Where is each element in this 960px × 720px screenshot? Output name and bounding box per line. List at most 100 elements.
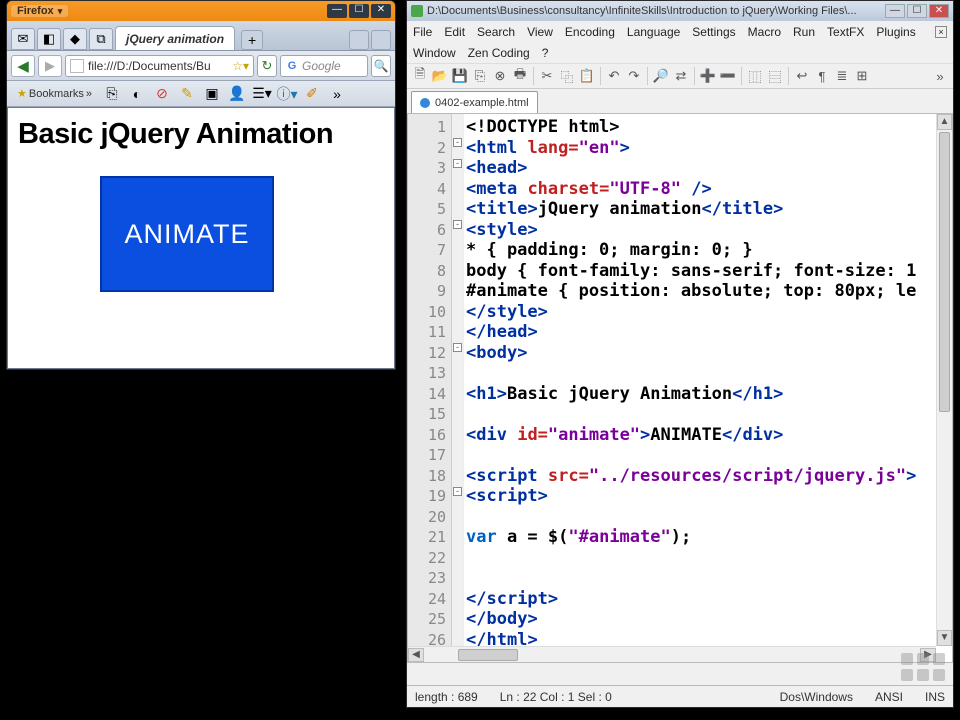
save-icon[interactable]: 💾 <box>451 67 469 85</box>
folder-tree-icon[interactable]: ⊞ <box>853 67 871 85</box>
copy-icon[interactable]: ⿻ <box>558 67 576 85</box>
fold-box-icon[interactable]: - <box>453 343 462 352</box>
toolbar-overflow-icon[interactable]: » <box>931 67 949 85</box>
firefox-window: Firefox▾ — ☐ ✕ ✉ ◧ ◆ ⧉ jQuery animation … <box>6 0 396 370</box>
menu-file[interactable]: File <box>413 25 432 39</box>
bookmarks-menu-button[interactable]: ★Bookmarks » <box>11 84 98 104</box>
maximize-button[interactable]: ☐ <box>349 4 369 18</box>
tabgroups-button[interactable] <box>371 30 391 50</box>
menu-zencoding[interactable]: Zen Coding <box>468 46 530 60</box>
toolbar-icon-5[interactable]: ▣ <box>201 84 223 104</box>
close-button[interactable]: ✕ <box>371 4 391 18</box>
bookmark-star-icon[interactable]: ☆▾ <box>232 59 249 73</box>
app-tab-gmail[interactable]: ✉ <box>11 28 35 50</box>
status-encoding: ANSI <box>875 690 903 704</box>
open-file-icon[interactable]: 📂 <box>431 67 449 85</box>
toolbar-icon-1[interactable]: ⎘ <box>101 84 123 104</box>
undo-icon[interactable]: ↶ <box>605 67 623 85</box>
toolbar-icon-7[interactable]: ☰▾ <box>251 84 273 104</box>
wordwrap-icon[interactable]: ↩ <box>793 67 811 85</box>
back-button[interactable]: ◀ <box>11 55 35 77</box>
save-all-icon[interactable]: ⎘ <box>471 67 489 85</box>
indent-guide-icon[interactable]: ≣ <box>833 67 851 85</box>
editor-area[interactable]: 1234567891011121314151617181920212223242… <box>407 113 953 663</box>
new-tab-button[interactable]: + <box>241 30 263 50</box>
find-icon[interactable]: 🔎 <box>652 67 670 85</box>
show-all-chars-icon[interactable]: ¶ <box>813 67 831 85</box>
hscroll-thumb[interactable] <box>458 649 518 661</box>
menu-language[interactable]: Language <box>627 25 680 39</box>
page-viewport: Basic jQuery Animation ANIMATE <box>7 107 395 369</box>
app-tab-3[interactable]: ◆ <box>63 28 87 50</box>
menu-edit[interactable]: Edit <box>444 25 465 39</box>
list-tabs-button[interactable] <box>349 30 369 50</box>
npp-maximize-button[interactable]: ☐ <box>907 4 927 18</box>
paste-icon[interactable]: 📋 <box>578 67 596 85</box>
menu-search[interactable]: Search <box>477 25 515 39</box>
firefox-bookmarks-toolbar: ★Bookmarks » ⎘ ◐ ⊘ ✎ ▣ 👤 ☰▾ ⓘ▾ ✐ » <box>7 81 395 107</box>
forward-button[interactable]: ▶ <box>38 55 62 77</box>
adblock-icon[interactable]: ⊘ <box>151 84 173 104</box>
highlighter-icon[interactable]: ✐ <box>301 84 323 104</box>
browser-tab-active[interactable]: jQuery animation <box>115 26 235 50</box>
status-position: Ln : 22 Col : 1 Sel : 0 <box>500 690 612 704</box>
scroll-down-icon[interactable]: ▼ <box>937 630 952 646</box>
fold-box-icon[interactable]: - <box>453 487 462 496</box>
sync-h-icon[interactable]: ⿳ <box>766 67 784 85</box>
fold-gutter[interactable]: - - - - - <box>452 114 464 662</box>
page-identity-icon <box>70 59 84 73</box>
vertical-scrollbar[interactable]: ▲ ▼ <box>936 114 952 646</box>
menu-textfx[interactable]: TextFX <box>827 25 864 39</box>
info-icon[interactable]: ⓘ▾ <box>276 84 298 104</box>
horizontal-scrollbar[interactable]: ◀ ▶ <box>408 646 936 662</box>
scroll-up-icon[interactable]: ▲ <box>937 114 952 130</box>
menu-encoding[interactable]: Encoding <box>565 25 615 39</box>
toolbar-icon-2[interactable]: ◐ <box>126 84 148 104</box>
firefox-tabbar: ✉ ◧ ◆ ⧉ jQuery animation + <box>7 21 395 51</box>
npp-titlebar-close-x[interactable]: × <box>935 26 947 38</box>
line-number-gutter: 1234567891011121314151617181920212223242… <box>408 114 452 662</box>
zoom-in-icon[interactable]: ➕ <box>699 67 717 85</box>
editor-tab-active[interactable]: 0402-example.html <box>411 91 538 113</box>
menu-window[interactable]: Window <box>413 46 456 60</box>
npp-tabbar: 0402-example.html <box>407 89 953 113</box>
menu-help[interactable]: ? <box>542 46 549 60</box>
cut-icon[interactable]: ✂ <box>538 67 556 85</box>
print-icon[interactable]: 🖶 <box>511 67 529 85</box>
sync-v-icon[interactable]: ⿲ <box>746 67 764 85</box>
npp-menubar-row2: Window Zen Coding ? <box>407 43 953 63</box>
code-content[interactable]: <!DOCTYPE html> <html lang="en"> <head> … <box>464 114 952 662</box>
menu-plugins[interactable]: Plugins <box>876 25 915 39</box>
tab-saved-dot-icon <box>420 98 430 108</box>
fold-box-icon[interactable]: - <box>453 220 462 229</box>
close-file-icon[interactable]: ⊗ <box>491 67 509 85</box>
menu-run[interactable]: Run <box>793 25 815 39</box>
fold-box-icon[interactable]: - <box>453 159 462 168</box>
firefox-app-label: Firefox <box>17 5 54 17</box>
redo-icon[interactable]: ↷ <box>625 67 643 85</box>
menu-settings[interactable]: Settings <box>692 25 735 39</box>
npp-minimize-button[interactable]: — <box>885 4 905 18</box>
npp-titlebar: D:\Documents\Business\consultancy\Infini… <box>407 1 953 21</box>
new-file-icon[interactable]: 🗎 <box>411 67 429 85</box>
scroll-left-icon[interactable]: ◀ <box>408 648 424 662</box>
toolbar-overflow[interactable]: » <box>326 84 348 104</box>
menu-macro[interactable]: Macro <box>748 25 781 39</box>
fold-box-icon[interactable]: - <box>453 138 462 147</box>
reload-button[interactable]: ↻ <box>257 55 277 77</box>
menu-view[interactable]: View <box>527 25 553 39</box>
minimize-button[interactable]: — <box>327 4 347 18</box>
app-tab-4[interactable]: ⧉ <box>89 28 113 50</box>
animate-box: ANIMATE <box>100 176 274 292</box>
zoom-out-icon[interactable]: ➖ <box>719 67 737 85</box>
app-tab-2[interactable]: ◧ <box>37 28 61 50</box>
pencil-icon[interactable]: ✎ <box>176 84 198 104</box>
scroll-thumb[interactable] <box>939 132 950 412</box>
replace-icon[interactable]: ⇄ <box>672 67 690 85</box>
search-box[interactable]: G Google <box>280 55 368 77</box>
firefox-app-button[interactable]: Firefox▾ <box>11 5 68 17</box>
npp-close-button[interactable]: ✕ <box>929 4 949 18</box>
search-go-button[interactable]: 🔍 <box>371 55 391 77</box>
toolbar-icon-6[interactable]: 👤 <box>226 84 248 104</box>
url-bar[interactable]: file:///D:/Documents/Bu ☆▾ <box>65 55 254 77</box>
